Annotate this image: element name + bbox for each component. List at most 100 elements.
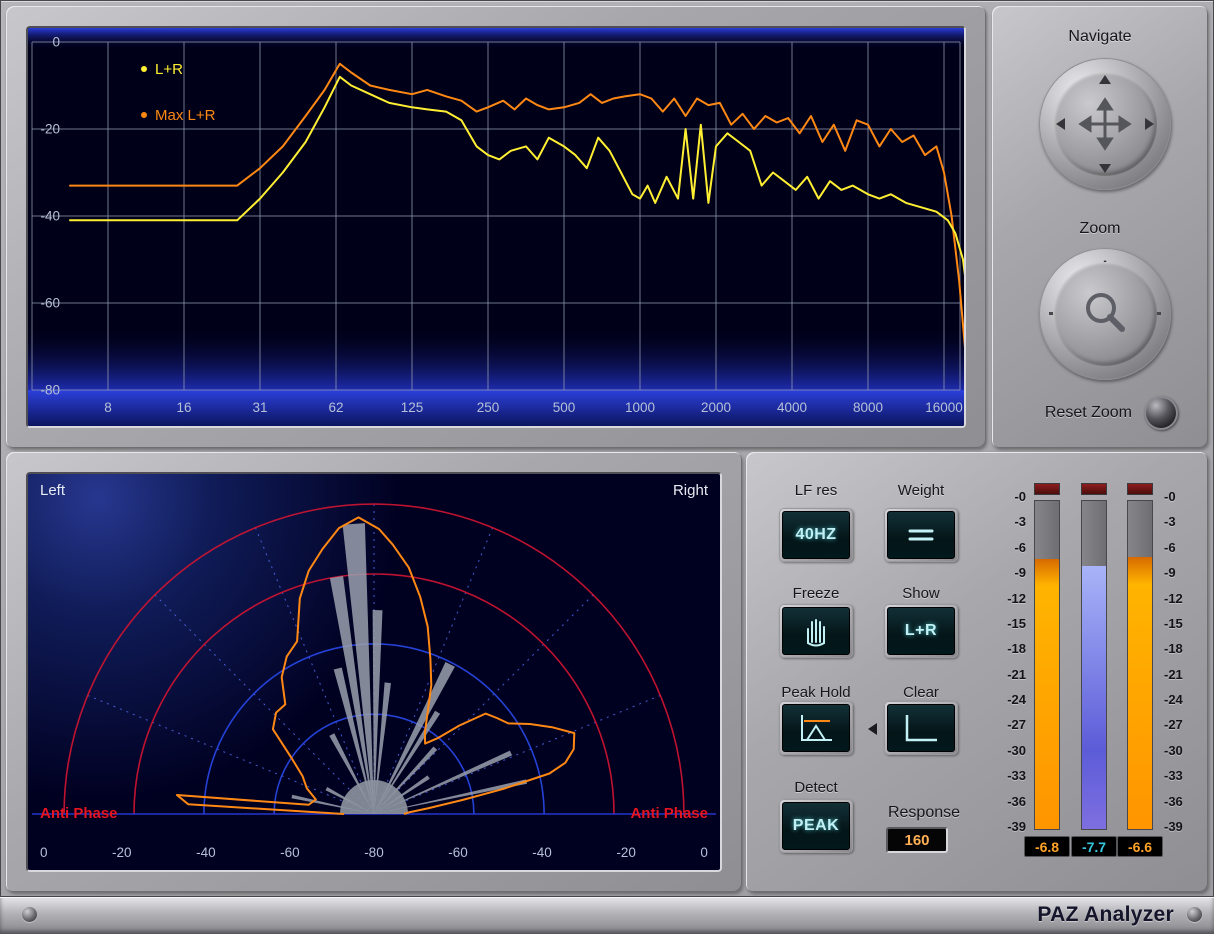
right-channel-label: Right: [673, 482, 708, 499]
meter-scale-label: -33: [1164, 768, 1208, 783]
meter-mid-readout: -7.7: [1071, 836, 1117, 857]
clear-button[interactable]: [884, 701, 958, 755]
meter-right-clip-led: [1127, 483, 1153, 495]
detect-button[interactable]: PEAK: [779, 799, 853, 853]
zoom-pad[interactable]: + −: [1039, 248, 1171, 380]
meter-scale-label: -0: [1164, 489, 1208, 504]
meter-scale-label: -21: [1164, 667, 1208, 682]
detect-value: PEAK: [782, 802, 850, 850]
meter-scale-label: -27: [982, 717, 1026, 732]
meter-right-readout: -6.6: [1117, 836, 1163, 857]
show-button[interactable]: L+R: [884, 604, 958, 658]
meter-scale-label: -24: [1164, 692, 1208, 707]
meter-scale-label: -24: [982, 692, 1026, 707]
reset-zoom-button[interactable]: [1144, 396, 1178, 430]
meter-scale-label: -6: [982, 540, 1026, 555]
show-value: L+R: [887, 607, 955, 655]
freeze-label: Freeze: [771, 585, 861, 602]
weight-button[interactable]: [884, 508, 958, 562]
center-blob: [340, 780, 408, 814]
svg-text:-40: -40: [40, 209, 60, 224]
svg-text:250: 250: [477, 400, 500, 415]
svg-text:-60: -60: [40, 296, 60, 311]
navigation-panel: Navigate Zoom + −: [992, 6, 1208, 448]
move-cross-icon: [1076, 95, 1134, 153]
svg-text:4000: 4000: [777, 400, 807, 415]
meter-right-fill: [1128, 557, 1152, 829]
goniometer-chart: [28, 474, 720, 870]
weight-lines-icon: [905, 524, 937, 546]
meter-scale-label: -33: [982, 768, 1026, 783]
lf-res-button[interactable]: 40HZ: [779, 508, 853, 562]
navigate-left-icon[interactable]: [1056, 118, 1065, 130]
peak-hold-button[interactable]: [779, 701, 853, 755]
hand-icon: [799, 614, 833, 648]
peak-hold-icon: [795, 710, 837, 746]
polar-axis-tick: -80: [364, 845, 384, 860]
svg-text:31: 31: [252, 400, 267, 415]
meter-scale-label: -3: [982, 514, 1026, 529]
meter-scale-label: -3: [1164, 514, 1208, 529]
polar-chart-area: [28, 474, 720, 870]
meter-scale-label: -15: [982, 616, 1026, 631]
svg-text:125: 125: [401, 400, 424, 415]
weight-button-face: [887, 511, 955, 559]
zoom-label: Zoom: [992, 220, 1208, 238]
meter-left-readout: -6.8: [1024, 836, 1070, 857]
rivet-icon: [1187, 907, 1202, 922]
meter-scale-label: -0: [982, 489, 1026, 504]
meter-left-fill: [1035, 559, 1059, 830]
polar-axis-tick: -60: [448, 845, 468, 860]
navigate-pad-face: [1053, 72, 1157, 176]
paz-analyzer-window: 0-20-40-60-80816316212525050010002000400…: [0, 0, 1214, 934]
meter-scale-label: -36: [1164, 794, 1208, 809]
peak-hold-label: Peak Hold: [764, 684, 868, 701]
svg-text:-80: -80: [40, 383, 60, 398]
svg-text:8000: 8000: [853, 400, 883, 415]
antiphase-right-label: Anti Phase: [630, 805, 708, 822]
meter-scale-right: -0-3-6-9-12-15-18-21-24-27-30-33-36-39: [1164, 452, 1208, 852]
magnifier-icon: [1073, 282, 1137, 346]
svg-text:500: 500: [553, 400, 576, 415]
meter-scale-label: -36: [982, 794, 1026, 809]
navigate-right-icon[interactable]: [1145, 118, 1154, 130]
polar-axis-tick: 0: [700, 845, 708, 860]
svg-text:-20: -20: [40, 122, 60, 137]
lf-res-label: LF res: [771, 482, 861, 499]
polar-axis-tick: -20: [112, 845, 132, 860]
meter-scale-label: -6: [1164, 540, 1208, 555]
show-label: Show: [876, 585, 966, 602]
detect-label: Detect: [771, 779, 861, 796]
polar-axis-tick: -40: [196, 845, 216, 860]
meter-scale-label: -18: [982, 641, 1026, 656]
rivet-icon: [22, 907, 37, 922]
legend-dot-icon: [141, 112, 147, 118]
freeze-button[interactable]: [779, 604, 853, 658]
navigate-up-icon[interactable]: [1099, 75, 1111, 84]
meter-scale-left: -0-3-6-9-12-15-18-21-24-27-30-33-36-39: [982, 452, 1026, 852]
freeze-button-face: [782, 607, 850, 655]
left-channel-label: Left: [40, 482, 65, 499]
svg-text:1000: 1000: [625, 400, 655, 415]
polar-axis-ticks: 0-20-40-60-80-60-40-200: [40, 845, 708, 860]
zoom-pad-face: [1053, 262, 1157, 366]
response-display[interactable]: 160: [886, 827, 948, 853]
plugin-title: PAZ Analyzer: [1037, 903, 1174, 927]
antiphase-left-label: Anti Phase: [40, 805, 118, 822]
meter-left-track: [1034, 500, 1060, 830]
meter-scale-label: -9: [1164, 565, 1208, 580]
reset-zoom-label: Reset Zoom: [1002, 404, 1132, 422]
meter-scale-label: -18: [1164, 641, 1208, 656]
polar-display: Left Right Anti Phase Anti Phase 0 -20 -40…: [26, 472, 722, 872]
footer-bar: PAZ Analyzer: [0, 896, 1214, 934]
navigate-down-icon[interactable]: [1099, 164, 1111, 173]
navigate-pad[interactable]: [1039, 58, 1171, 190]
clear-button-face: [887, 704, 955, 752]
legend-label: L+R: [155, 61, 183, 78]
peak-hold-button-face: [782, 704, 850, 752]
meter-left-clip-led: [1034, 483, 1060, 495]
polar-panel: Left Right Anti Phase Anti Phase 0 -20 -40…: [6, 452, 742, 892]
polar-axis-tick: -20: [616, 845, 636, 860]
meter-scale-label: -12: [1164, 591, 1208, 606]
meter-right-track: [1127, 500, 1153, 830]
